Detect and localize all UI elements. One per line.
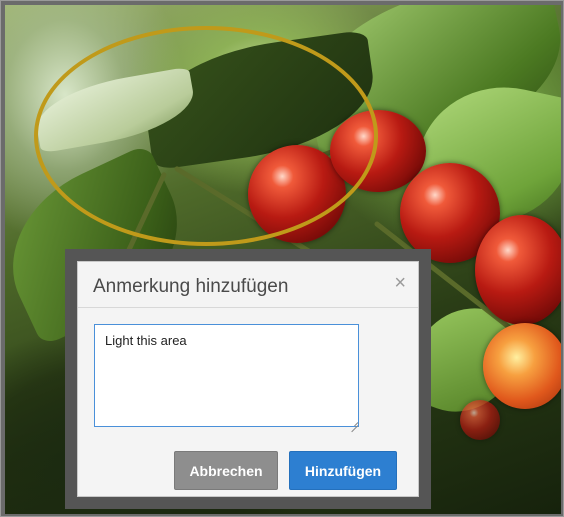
berry-shape [475,215,561,325]
berry-shape [460,400,500,440]
annotation-ellipse[interactable] [34,26,378,246]
dialog-backdrop: Anmerkung hinzufügen × Light this area A… [65,249,431,509]
berry-shape [483,323,561,409]
add-note-dialog: Anmerkung hinzufügen × Light this area A… [77,261,419,497]
add-button[interactable]: Hinzufügen [289,451,397,490]
resize-grip-icon[interactable] [351,419,358,426]
cancel-button[interactable]: Abbrechen [174,451,278,490]
dialog-divider [78,307,418,308]
dialog-title: Anmerkung hinzufügen [93,276,289,297]
close-icon[interactable]: × [394,273,406,293]
note-textarea[interactable]: Light this area [94,324,359,427]
image-viewer-frame: Anmerkung hinzufügen × Light this area A… [0,0,564,517]
